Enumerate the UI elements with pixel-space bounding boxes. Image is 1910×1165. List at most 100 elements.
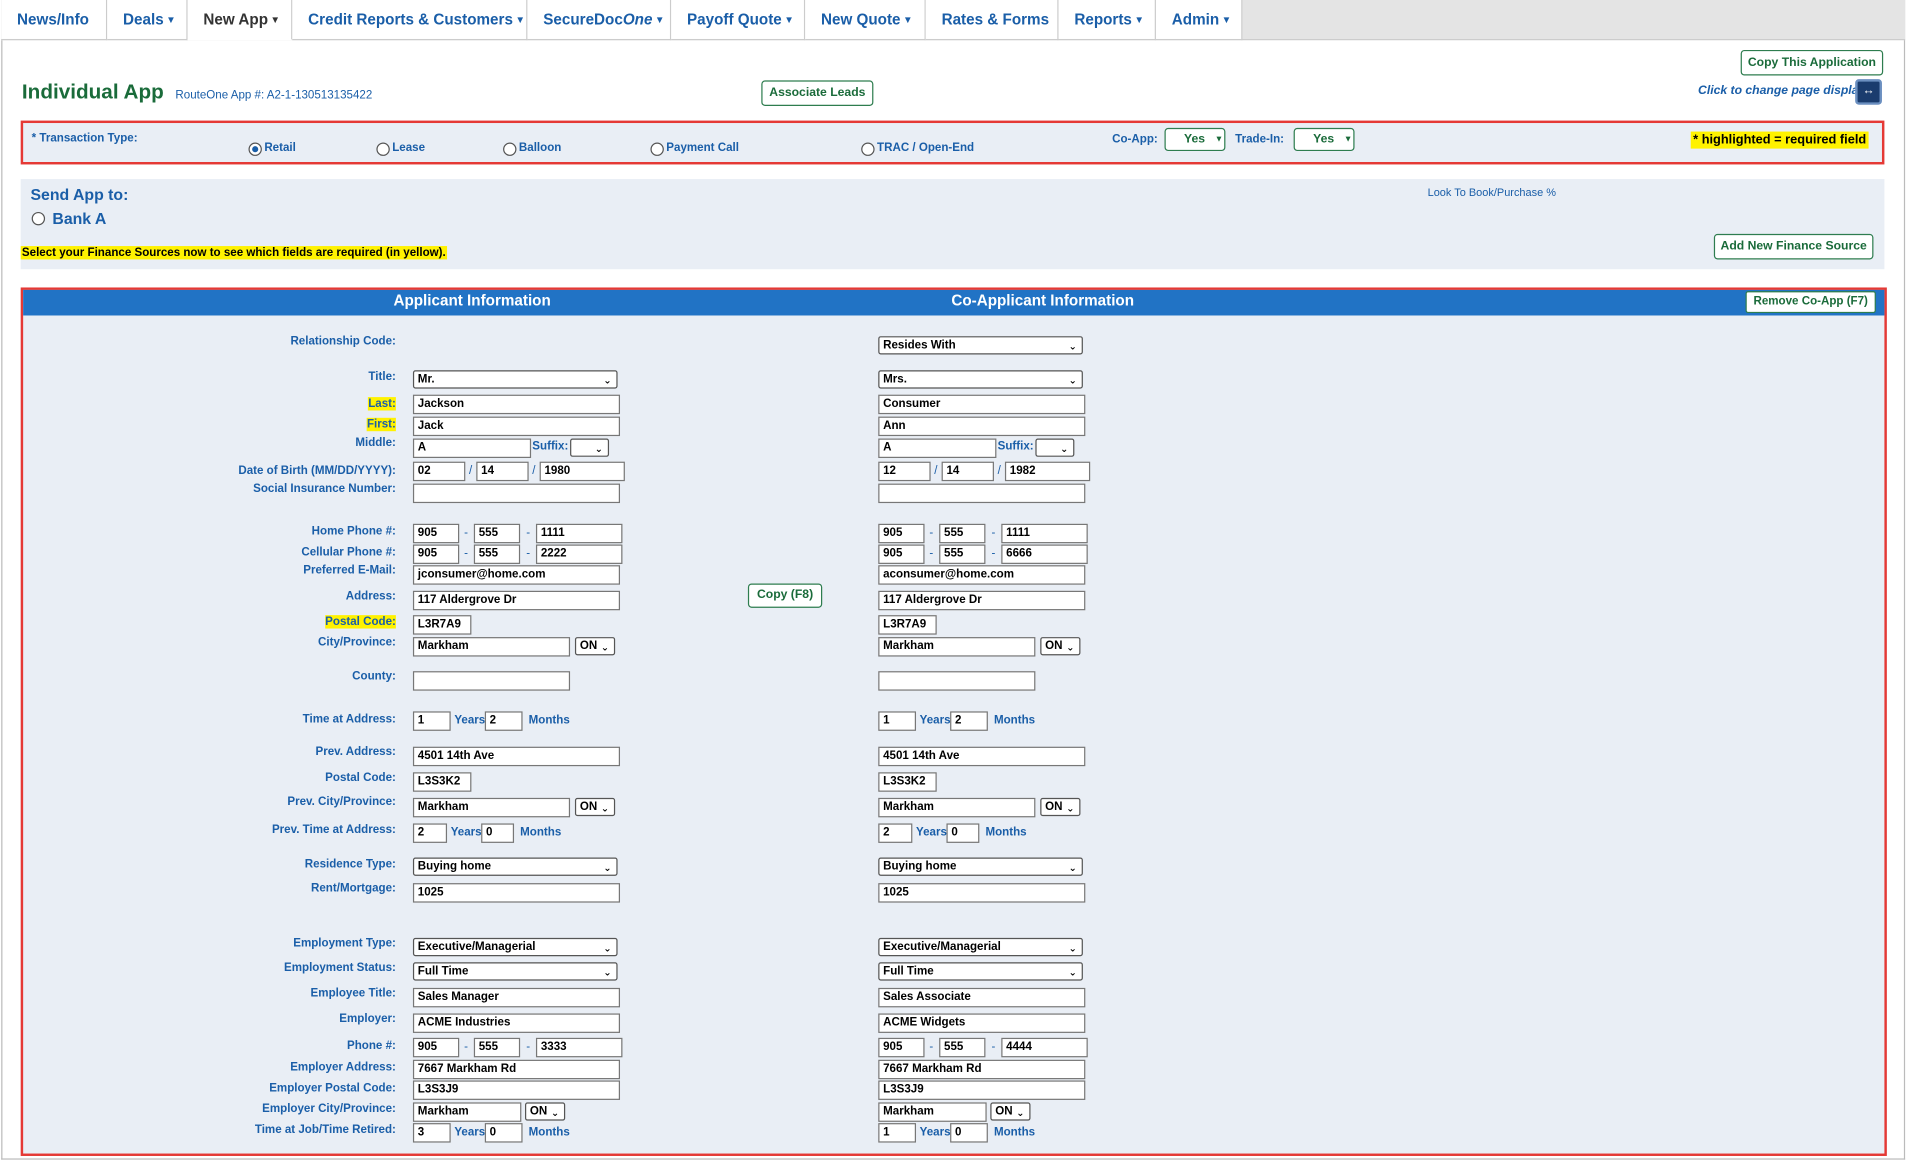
- coapplicant-prev-province-select[interactable]: ON ⌄: [1040, 797, 1081, 817]
- applicant-emp-title-input[interactable]: Sales Manager: [412, 987, 621, 1008]
- coapplicant-time-job-months[interactable]: 0: [950, 1123, 988, 1143]
- coapplicant-emp-type-select[interactable]: Executive/Managerial ⌄: [878, 937, 1083, 957]
- applicant-time-job-years[interactable]: 3: [412, 1123, 451, 1143]
- applicant-prev-time-months[interactable]: 0: [481, 823, 515, 843]
- tab-rates-forms[interactable]: Rates & Forms: [925, 0, 1059, 41]
- coapplicant-rent-input[interactable]: 1025: [878, 883, 1086, 903]
- applicant-prev-address-input[interactable]: 4501 14th Ave: [412, 746, 621, 767]
- radio-payment-call[interactable]: [650, 142, 664, 156]
- applicant-home-phone-area[interactable]: 905: [412, 523, 460, 544]
- applicant-dob-year[interactable]: 1980: [539, 461, 625, 482]
- coapplicant-cell-phone-area[interactable]: 905: [878, 544, 925, 564]
- applicant-emp-type-select[interactable]: Executive/Managerial ⌄: [412, 937, 618, 957]
- coapplicant-relationship-select[interactable]: Resides With ⌄: [878, 336, 1083, 355]
- applicant-postal-input[interactable]: L3R7A9: [412, 615, 472, 635]
- applicant-dob-month[interactable]: 02: [412, 461, 466, 482]
- applicant-time-job-months[interactable]: 0: [484, 1123, 523, 1143]
- coapplicant-county-input[interactable]: [878, 671, 1036, 691]
- tab-securedoc[interactable]: SecureDocOne ▼: [527, 0, 672, 41]
- applicant-rent-input[interactable]: 1025: [412, 883, 621, 903]
- coapplicant-prev-city-input[interactable]: Markham: [878, 797, 1036, 818]
- coapplicant-cell-phone-prefix[interactable]: 555: [939, 544, 986, 564]
- applicant-city-input[interactable]: Markham: [412, 637, 571, 657]
- applicant-prev-province-select[interactable]: ON ⌄: [574, 797, 616, 817]
- add-finance-source-button[interactable]: Add New Finance Source: [1713, 233, 1874, 260]
- coapplicant-employer-input[interactable]: ACME Widgets: [878, 1013, 1086, 1033]
- coapplicant-emp-phone-prefix[interactable]: 555: [939, 1037, 986, 1058]
- coapplicant-home-phone-area[interactable]: 905: [878, 523, 925, 544]
- applicant-email-input[interactable]: jconsumer@home.com: [412, 565, 621, 585]
- tab-new-quote[interactable]: New Quote ▼: [805, 0, 926, 41]
- coapplicant-emp-city-input[interactable]: Markham: [878, 1102, 987, 1122]
- coapplicant-middle-input[interactable]: A: [878, 438, 997, 459]
- coapplicant-dob-day[interactable]: 14: [941, 461, 994, 482]
- tab-deals[interactable]: Deals ▼: [107, 0, 188, 41]
- applicant-cell-phone-prefix[interactable]: 555: [473, 544, 521, 564]
- coapplicant-emp-province-select[interactable]: ON ⌄: [990, 1102, 1031, 1121]
- applicant-prev-city-input[interactable]: Markham: [412, 797, 571, 818]
- applicant-employer-input[interactable]: ACME Industries: [412, 1013, 621, 1033]
- tradein-dropdown[interactable]: Yes ▼: [1293, 127, 1355, 152]
- applicant-prev-time-years[interactable]: 2: [412, 823, 448, 843]
- applicant-emp-postal-input[interactable]: L3S3J9: [412, 1080, 621, 1100]
- applicant-emp-phone-line[interactable]: 3333: [535, 1037, 623, 1058]
- tab-news-info[interactable]: News/Info: [1, 0, 108, 41]
- coapplicant-emp-status-select[interactable]: Full Time ⌄: [878, 962, 1083, 981]
- applicant-last-input[interactable]: Jackson: [412, 394, 621, 415]
- coapplicant-last-input[interactable]: Consumer: [878, 394, 1086, 415]
- coapplicant-residence-select[interactable]: Buying home ⌄: [878, 857, 1083, 876]
- radio-retail[interactable]: [248, 142, 262, 156]
- remove-coapp-button[interactable]: Remove Co-App (F7): [1745, 291, 1876, 314]
- coapp-dropdown[interactable]: Yes ▼: [1164, 127, 1226, 152]
- coapplicant-dob-month[interactable]: 12: [878, 461, 931, 482]
- applicant-residence-select[interactable]: Buying home ⌄: [412, 857, 618, 876]
- applicant-time-address-years[interactable]: 1: [412, 711, 451, 731]
- applicant-first-input[interactable]: Jack: [412, 416, 621, 437]
- radio-balloon[interactable]: [503, 142, 517, 156]
- applicant-emp-address-input[interactable]: 7667 Markham Rd: [412, 1059, 621, 1080]
- coapplicant-province-select[interactable]: ON ⌄: [1040, 637, 1081, 656]
- applicant-emp-province-select[interactable]: ON ⌄: [525, 1102, 566, 1121]
- applicant-home-phone-line[interactable]: 1111: [535, 523, 623, 544]
- applicant-county-input[interactable]: [412, 671, 571, 691]
- applicant-suffix-select[interactable]: ⌄: [570, 438, 610, 457]
- applicant-middle-input[interactable]: A: [412, 438, 532, 459]
- coapplicant-address-input[interactable]: 117 Aldergrove Dr: [878, 590, 1086, 611]
- applicant-sin-input[interactable]: [412, 483, 621, 504]
- applicant-cell-phone-area[interactable]: 905: [412, 544, 460, 564]
- coapplicant-title-select[interactable]: Mrs. ⌄: [878, 370, 1083, 389]
- coapplicant-emp-address-input[interactable]: 7667 Markham Rd: [878, 1059, 1086, 1080]
- applicant-prev-postal-input[interactable]: L3S3K2: [412, 772, 472, 792]
- applicant-home-phone-prefix[interactable]: 555: [473, 523, 521, 544]
- coapplicant-email-input[interactable]: aconsumer@home.com: [878, 565, 1086, 585]
- tab-payoff-quote[interactable]: Payoff Quote ▼: [671, 0, 806, 41]
- applicant-dob-day[interactable]: 14: [476, 461, 529, 482]
- coapplicant-emp-phone-area[interactable]: 905: [878, 1037, 925, 1058]
- tab-admin[interactable]: Admin ▼: [1155, 0, 1243, 41]
- coapplicant-postal-input[interactable]: L3R7A9: [878, 615, 937, 635]
- coapplicant-emp-phone-line[interactable]: 4444: [1001, 1037, 1088, 1058]
- applicant-emp-status-select[interactable]: Full Time ⌄: [412, 962, 618, 981]
- radio-lease[interactable]: [376, 142, 390, 156]
- coapplicant-cell-phone-line[interactable]: 6666: [1001, 544, 1088, 564]
- coapplicant-home-phone-line[interactable]: 1111: [1001, 523, 1088, 544]
- coapplicant-city-input[interactable]: Markham: [878, 637, 1036, 657]
- applicant-province-select[interactable]: ON ⌄: [574, 637, 616, 656]
- applicant-emp-phone-area[interactable]: 905: [412, 1037, 460, 1058]
- coapplicant-time-job-years[interactable]: 1: [878, 1123, 917, 1143]
- coapplicant-prev-address-input[interactable]: 4501 14th Ave: [878, 746, 1086, 767]
- copy-application-button[interactable]: Copy This Application: [1740, 49, 1884, 76]
- coapplicant-time-address-months[interactable]: 2: [950, 711, 988, 731]
- tab-new-app[interactable]: New App ▼: [187, 0, 293, 41]
- coapplicant-emp-postal-input[interactable]: L3S3J9: [878, 1080, 1086, 1100]
- coapplicant-time-address-years[interactable]: 1: [878, 711, 917, 731]
- coapplicant-prev-time-months[interactable]: 0: [946, 823, 980, 843]
- coapplicant-sin-input[interactable]: [878, 483, 1086, 504]
- coapplicant-prev-time-years[interactable]: 2: [878, 823, 913, 843]
- applicant-emp-phone-prefix[interactable]: 555: [473, 1037, 521, 1058]
- copy-applicant-button[interactable]: Copy (F8): [747, 583, 823, 608]
- applicant-address-input[interactable]: 117 Aldergrove Dr: [412, 590, 621, 611]
- coapplicant-first-input[interactable]: Ann: [878, 416, 1086, 437]
- applicant-title-select[interactable]: Mr. ⌄: [412, 370, 618, 389]
- applicant-emp-city-input[interactable]: Markham: [412, 1102, 522, 1122]
